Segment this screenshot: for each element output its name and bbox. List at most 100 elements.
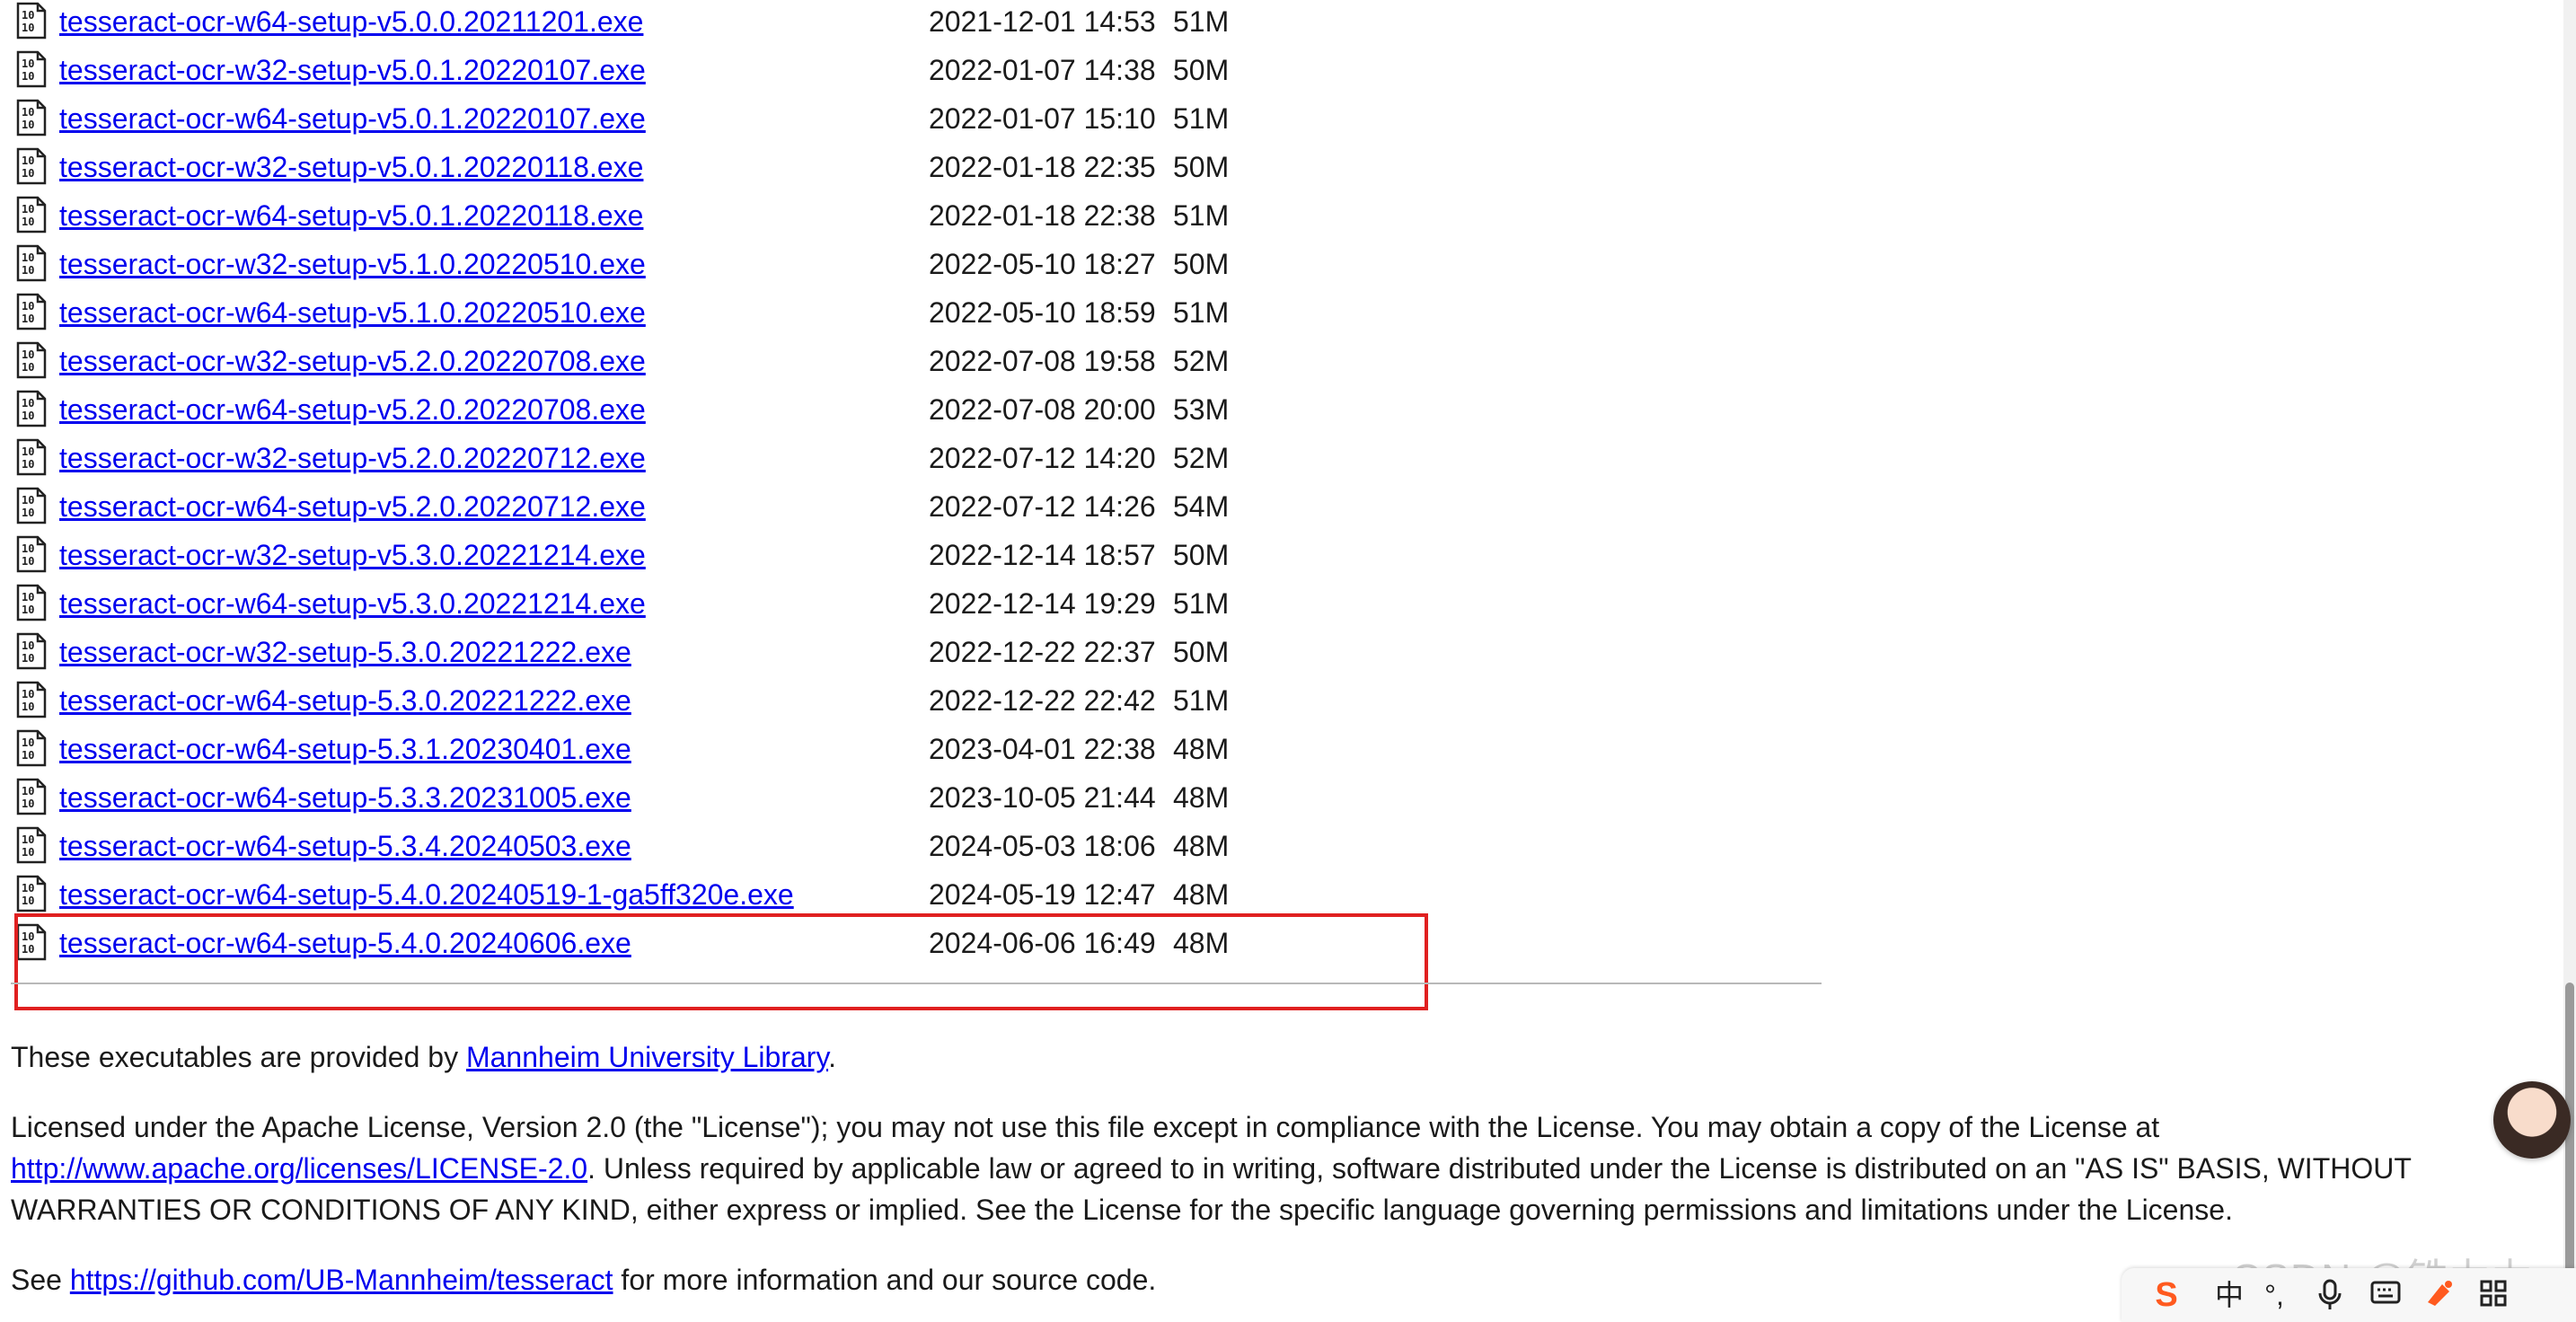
ime-toolbar[interactable]: S 中 °, — [2122, 1268, 2576, 1322]
binary-file-icon: 10 10 — [16, 632, 47, 670]
license-text: Licensed under the Apache License, Versi… — [11, 1106, 2526, 1230]
file-download-link[interactable]: tesseract-ocr-w64-setup-v5.0.1.20220118.… — [59, 196, 643, 235]
see-suffix: for more information and our source code… — [613, 1264, 1157, 1296]
svg-text:10: 10 — [22, 652, 34, 665]
file-row: 10 10 tesseract-ocr-w64-setup-v5.2.0.20220… — [0, 390, 1275, 438]
file-size: 51M — [1173, 5, 1230, 38]
file-date: 2022-12-14 19:29 — [929, 587, 1156, 620]
svg-text:10: 10 — [22, 22, 34, 34]
scrollbar-thumb[interactable] — [2565, 983, 2574, 1297]
file-download-link[interactable]: tesseract-ocr-w32-setup-5.3.0.20221222.e… — [59, 632, 631, 672]
file-download-link[interactable]: tesseract-ocr-w64-setup-v5.3.0.20221214.… — [59, 584, 646, 623]
license-line-3: WARRANTIES OR CONDITIONS OF ANY KIND, ei… — [11, 1194, 2233, 1226]
highlight-box — [14, 913, 1428, 1010]
svg-text:10: 10 — [22, 798, 34, 810]
ime-punctuation-toggle[interactable]: °, — [2258, 1279, 2290, 1311]
file-download-link[interactable]: tesseract-ocr-w64-setup-5.3.3.20231005.e… — [59, 778, 631, 817]
license-line-2-text: . Unless required by applicable law or a… — [587, 1152, 2412, 1185]
svg-text:10: 10 — [22, 749, 34, 762]
divider — [11, 983, 1822, 984]
svg-text:10: 10 — [22, 216, 34, 228]
file-size: 48M — [1173, 733, 1230, 765]
file-download-link[interactable]: tesseract-ocr-w64-setup-v5.0.0.20211201.… — [59, 2, 643, 41]
grid-icon[interactable] — [2477, 1279, 2510, 1311]
apache-license-link[interactable]: http://www.apache.org/licenses/LICENSE-2… — [11, 1152, 587, 1185]
svg-text:10: 10 — [22, 57, 34, 70]
file-download-link[interactable]: tesseract-ocr-w32-setup-v5.0.1.20220118.… — [59, 147, 643, 187]
file-download-link[interactable]: tesseract-ocr-w64-setup-v5.0.1.20220107.… — [59, 99, 646, 138]
file-row: 10 10 tesseract-ocr-w64-setup-5.3.1.202304… — [0, 729, 1275, 778]
svg-text:10: 10 — [22, 604, 34, 616]
binary-file-icon: 10 10 — [16, 293, 47, 330]
svg-text:10: 10 — [22, 882, 34, 895]
binary-file-icon: 10 10 — [16, 778, 47, 815]
file-row: 10 10 tesseract-ocr-w64-setup-v5.2.0.20220… — [0, 487, 1275, 535]
mannheim-library-link[interactable]: Mannheim University Library — [466, 1041, 828, 1073]
github-link[interactable]: https://github.com/UB-Mannheim/tesseract — [70, 1264, 613, 1296]
ime-language-toggle[interactable]: 中 — [2213, 1279, 2245, 1311]
file-download-link[interactable]: tesseract-ocr-w64-setup-5.3.1.20230401.e… — [59, 729, 631, 769]
file-date: 2022-12-22 22:42 — [929, 684, 1156, 717]
file-download-link[interactable]: tesseract-ocr-w64-setup-v5.2.0.20220708.… — [59, 390, 646, 429]
file-date: 2022-01-18 22:35 — [929, 151, 1156, 183]
svg-text:10: 10 — [22, 264, 34, 277]
provided-by-prefix: These executables are provided by — [11, 1041, 466, 1073]
file-date: 2022-01-07 14:38 — [929, 54, 1156, 86]
file-download-link[interactable]: tesseract-ocr-w32-setup-v5.0.1.20220107.… — [59, 50, 646, 90]
svg-text:10: 10 — [22, 9, 34, 22]
file-date: 2022-01-07 15:10 — [929, 102, 1156, 135]
file-download-link[interactable]: tesseract-ocr-w32-setup-v5.1.0.20220510.… — [59, 244, 646, 284]
binary-file-icon: 10 10 — [16, 826, 47, 864]
provided-by-text: These executables are provided by Mannhe… — [11, 1036, 2526, 1078]
file-row: 10 10 tesseract-ocr-w32-setup-v5.0.1.20220… — [0, 50, 1275, 99]
see-prefix: See — [11, 1264, 70, 1296]
file-download-link[interactable]: tesseract-ocr-w64-setup-5.3.4.20240503.e… — [59, 826, 631, 866]
file-row: 10 10 tesseract-ocr-w64-setup-v5.0.0.20211… — [0, 2, 1275, 50]
svg-text:10: 10 — [22, 701, 34, 713]
file-date: 2022-05-10 18:27 — [929, 248, 1156, 280]
file-download-link[interactable]: tesseract-ocr-w32-setup-v5.2.0.20220708.… — [59, 341, 646, 381]
file-download-link[interactable]: tesseract-ocr-w32-setup-v5.3.0.20221214.… — [59, 535, 646, 575]
binary-file-icon: 10 10 — [16, 147, 47, 185]
file-download-link[interactable]: tesseract-ocr-w64-setup-5.4.0.20240519-1… — [59, 875, 794, 914]
microphone-icon[interactable] — [2314, 1279, 2346, 1311]
provided-by-suffix: . — [828, 1041, 836, 1073]
assistant-avatar[interactable] — [2493, 1081, 2571, 1159]
file-download-link[interactable]: tesseract-ocr-w64-setup-v5.1.0.20220510.… — [59, 293, 646, 332]
keyboard-icon[interactable] — [2369, 1279, 2402, 1311]
file-size: 53M — [1173, 393, 1230, 426]
svg-text:10: 10 — [22, 410, 34, 422]
binary-file-icon: 10 10 — [16, 535, 47, 573]
file-size: 48M — [1173, 781, 1230, 814]
file-row: 10 10 tesseract-ocr-w64-setup-v5.1.0.20220… — [0, 293, 1275, 341]
file-size: 48M — [1173, 878, 1230, 911]
svg-text:10: 10 — [22, 106, 34, 119]
file-date: 2024-05-19 12:47 — [929, 878, 1156, 911]
skin-icon[interactable] — [2423, 1279, 2456, 1311]
svg-text:10: 10 — [22, 542, 34, 555]
binary-file-icon: 10 10 — [16, 875, 47, 912]
file-date: 2024-05-03 18:06 — [929, 830, 1156, 862]
file-download-link[interactable]: tesseract-ocr-w64-setup-v5.2.0.20220712.… — [59, 487, 646, 526]
file-date: 2021-12-01 14:53 — [929, 5, 1156, 38]
svg-text:10: 10 — [22, 591, 34, 604]
file-size: 50M — [1173, 248, 1230, 280]
file-date: 2023-04-01 22:38 — [929, 733, 1156, 765]
file-row: 10 10 tesseract-ocr-w32-setup-v5.3.0.20221… — [0, 535, 1275, 584]
binary-file-icon: 10 10 — [16, 681, 47, 718]
svg-text:10: 10 — [22, 70, 34, 83]
file-row: 10 10 tesseract-ocr-w64-setup-5.3.3.202310… — [0, 778, 1275, 826]
svg-text:10: 10 — [22, 300, 34, 313]
file-date: 2022-07-12 14:20 — [929, 442, 1156, 474]
file-row: 10 10 tesseract-ocr-w64-setup-5.3.4.202405… — [0, 826, 1275, 875]
file-date: 2022-07-12 14:26 — [929, 490, 1156, 523]
svg-text:10: 10 — [22, 397, 34, 410]
file-download-link[interactable]: tesseract-ocr-w64-setup-5.3.0.20221222.e… — [59, 681, 631, 720]
binary-file-icon: 10 10 — [16, 2, 47, 40]
ime-logo[interactable]: S — [2150, 1278, 2183, 1312]
svg-text:10: 10 — [22, 555, 34, 568]
file-download-link[interactable]: tesseract-ocr-w32-setup-v5.2.0.20220712.… — [59, 438, 646, 478]
file-row: 10 10 tesseract-ocr-w64-setup-5.3.0.202212… — [0, 681, 1275, 729]
svg-text:10: 10 — [22, 251, 34, 264]
license-line-2: http://www.apache.org/licenses/LICENSE-2… — [11, 1148, 2526, 1189]
